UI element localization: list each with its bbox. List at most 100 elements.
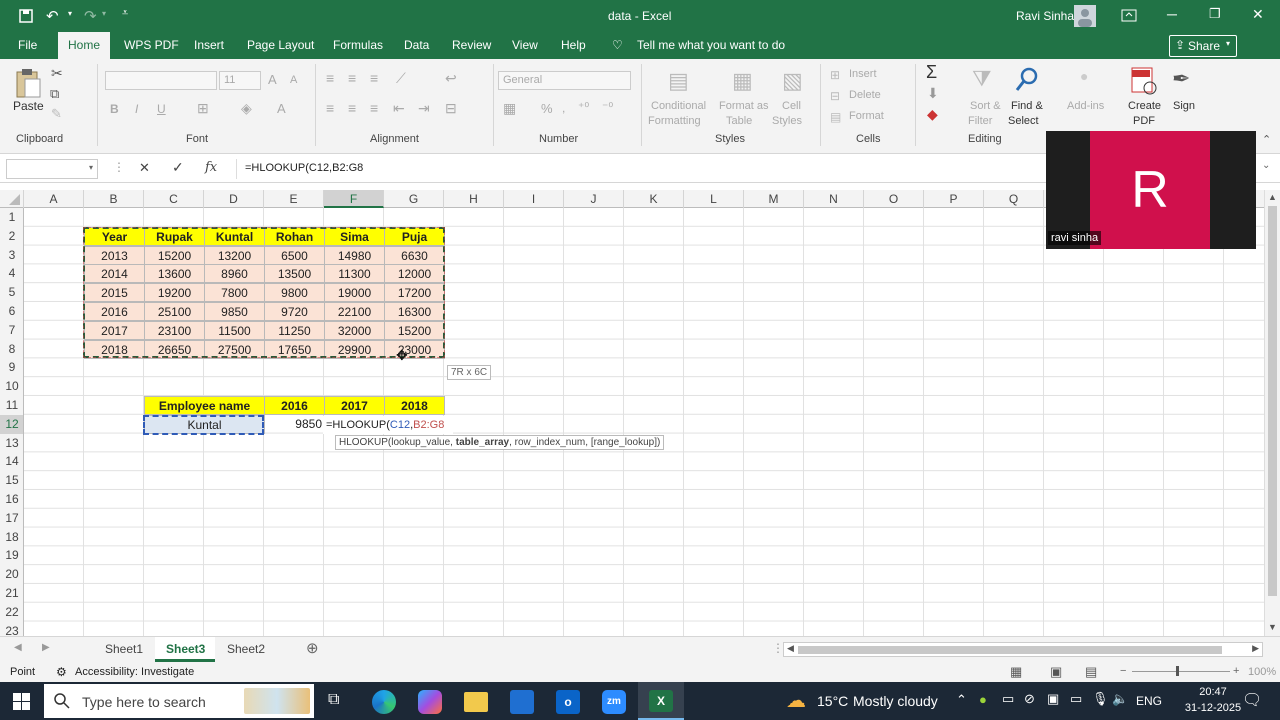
conditional-formatting-icon[interactable]: ▤ bbox=[668, 68, 689, 94]
accounting-format-icon[interactable]: ▦ bbox=[503, 100, 516, 117]
tab-page-layout[interactable]: Page Layout bbox=[247, 32, 314, 59]
row-header-14[interactable]: 14 bbox=[0, 452, 23, 471]
row-header-18[interactable]: 18 bbox=[0, 528, 23, 547]
tab-formulas[interactable]: Formulas bbox=[333, 32, 383, 59]
table-header-cell[interactable]: Puja bbox=[384, 226, 445, 246]
row-header-15[interactable]: 15 bbox=[0, 471, 23, 490]
font-size-select[interactable]: 11 bbox=[219, 71, 261, 90]
table-header-cell[interactable]: Year bbox=[84, 226, 145, 246]
addins-button[interactable]: Add-ins bbox=[1067, 99, 1104, 114]
column-header-j[interactable]: J bbox=[564, 190, 624, 208]
lookup-header-2016[interactable]: 2016 bbox=[264, 396, 325, 415]
language-indicator[interactable]: ENG bbox=[1136, 694, 1162, 708]
table-data-cell[interactable]: 2014 bbox=[84, 264, 145, 284]
sort-filter-icon[interactable]: ⧩ bbox=[972, 66, 992, 92]
horizontal-scrollbar[interactable]: ◀ ▶ bbox=[783, 642, 1263, 657]
table-data-cell[interactable]: 13200 bbox=[204, 245, 265, 265]
align-bottom-icon[interactable]: ≡ bbox=[370, 70, 378, 86]
lookup-header-employee[interactable]: Employee name bbox=[144, 396, 265, 415]
expand-formula-icon[interactable]: ⌄ bbox=[1262, 160, 1270, 171]
row-header-6[interactable]: 6 bbox=[0, 302, 23, 321]
tab-view[interactable]: View bbox=[512, 32, 538, 59]
excel-taskbar-button[interactable]: X bbox=[638, 682, 684, 720]
accessibility-status[interactable]: Accessibility: Investigate bbox=[75, 666, 194, 678]
italic-icon[interactable]: I bbox=[135, 102, 138, 116]
undo-dropdown-icon[interactable]: ▾ bbox=[68, 9, 72, 18]
hint-arg-lookup[interactable]: lookup_value, bbox=[391, 437, 456, 448]
network-off-icon[interactable]: ⊘ bbox=[1024, 691, 1035, 707]
table-data-cell[interactable]: 11250 bbox=[264, 320, 325, 340]
increase-decimal-icon[interactable]: ⁺⁰ bbox=[578, 100, 589, 114]
column-header-b[interactable]: B bbox=[84, 190, 144, 208]
table-data-cell[interactable]: 2016 bbox=[84, 302, 145, 321]
lookup-employee-name[interactable]: Kuntal bbox=[144, 414, 265, 434]
minimize-icon[interactable]: ─ bbox=[1167, 6, 1177, 22]
wrap-text-icon[interactable]: ↩ bbox=[445, 70, 457, 87]
lookup-header-2017[interactable]: 2017 bbox=[324, 396, 385, 415]
meet-now-icon[interactable]: ▭ bbox=[1002, 691, 1014, 707]
sign-icon[interactable]: ✒ bbox=[1172, 66, 1190, 92]
insert-cells-icon[interactable]: ⊞ bbox=[830, 68, 840, 82]
table-data-cell[interactable]: 19200 bbox=[144, 283, 205, 303]
windows-start-icon[interactable] bbox=[13, 693, 30, 710]
increase-font-icon[interactable]: A bbox=[268, 72, 277, 87]
column-header-q[interactable]: Q bbox=[984, 190, 1044, 208]
column-header-e[interactable]: E bbox=[264, 190, 324, 208]
table-data-cell[interactable]: 19000 bbox=[324, 283, 385, 303]
column-header-p[interactable]: P bbox=[924, 190, 984, 208]
clear-icon[interactable]: ◆ bbox=[927, 106, 938, 123]
row-header-9[interactable]: 9 bbox=[0, 358, 23, 377]
font-family-select[interactable] bbox=[105, 71, 217, 90]
table-data-cell[interactable]: 22100 bbox=[324, 302, 385, 321]
column-header-n[interactable]: N bbox=[804, 190, 864, 208]
lookup-value-2016[interactable]: 9850 bbox=[264, 415, 325, 434]
table-data-cell[interactable]: 12000 bbox=[384, 264, 445, 284]
volume-icon[interactable]: 🔈 bbox=[1112, 691, 1128, 707]
find-select-icon[interactable] bbox=[1014, 66, 1042, 94]
camera-icon[interactable]: ▣ bbox=[1047, 691, 1059, 707]
column-header-f[interactable]: F bbox=[324, 190, 384, 208]
tab-insert[interactable]: Insert bbox=[194, 32, 224, 59]
sheet-tab-sheet2[interactable]: Sheet2 bbox=[227, 642, 265, 656]
cut-icon[interactable]: ✂ bbox=[51, 65, 63, 82]
table-data-cell[interactable]: 11500 bbox=[204, 320, 265, 340]
tray-app-icon[interactable]: ● bbox=[979, 692, 987, 707]
hint-fn[interactable]: HLOOKUP( bbox=[339, 437, 391, 448]
editing-cell-f12[interactable]: =HLOOKUP(C12,B2:G8 bbox=[323, 416, 453, 434]
formula-input[interactable]: =HLOOKUP(C12,B2:G8 bbox=[245, 162, 363, 174]
table-data-cell[interactable]: 9850 bbox=[204, 302, 265, 321]
zoom-slider-thumb[interactable] bbox=[1176, 666, 1179, 676]
zoom-app-icon[interactable]: zm bbox=[602, 690, 626, 714]
zoom-slider[interactable] bbox=[1132, 671, 1230, 672]
delete-cells-button[interactable]: Delete bbox=[849, 88, 881, 103]
table-data-cell[interactable]: 25100 bbox=[144, 302, 205, 321]
merge-center-icon[interactable]: ⊟ bbox=[445, 100, 457, 117]
sheet-tab-sheet3[interactable]: Sheet3 bbox=[155, 637, 215, 662]
row-header-4[interactable]: 4 bbox=[0, 264, 23, 283]
vertical-scrollbar[interactable]: ▲ ▼ bbox=[1264, 190, 1280, 636]
column-header-l[interactable]: L bbox=[684, 190, 744, 208]
table-data-cell[interactable]: 8960 bbox=[204, 264, 265, 284]
copy-icon[interactable]: ⧉ bbox=[50, 86, 59, 102]
format-as-table-button[interactable]: Format as bbox=[719, 99, 769, 114]
align-top-icon[interactable]: ≡ bbox=[326, 70, 334, 86]
column-header-a[interactable]: A bbox=[24, 190, 84, 208]
paste-button[interactable]: Paste bbox=[13, 99, 44, 114]
create-pdf-icon[interactable] bbox=[1130, 66, 1158, 96]
customize-toolbar-icon[interactable]: ⩡ bbox=[122, 7, 128, 20]
normal-view-icon[interactable]: ▦ bbox=[1010, 664, 1022, 680]
table-data-cell[interactable]: 23000 bbox=[384, 339, 445, 359]
align-middle-icon[interactable]: ≡ bbox=[348, 70, 356, 86]
enter-formula-icon[interactable]: ✓ bbox=[172, 159, 184, 176]
ribbon-display-icon[interactable] bbox=[1121, 9, 1137, 23]
tab-review[interactable]: Review bbox=[452, 32, 491, 59]
table-data-cell[interactable]: 7800 bbox=[204, 283, 265, 303]
zoom-out-icon[interactable]: − bbox=[1120, 665, 1126, 677]
scroll-left-icon[interactable]: ◀ bbox=[787, 643, 794, 654]
table-data-cell[interactable]: 2017 bbox=[84, 320, 145, 340]
tab-home[interactable]: Home bbox=[58, 32, 111, 59]
sign-button[interactable]: Sign bbox=[1173, 99, 1195, 114]
decrease-font-icon[interactable]: A bbox=[290, 74, 297, 86]
store-icon[interactable] bbox=[510, 690, 534, 714]
table-data-cell[interactable]: 17200 bbox=[384, 283, 445, 303]
